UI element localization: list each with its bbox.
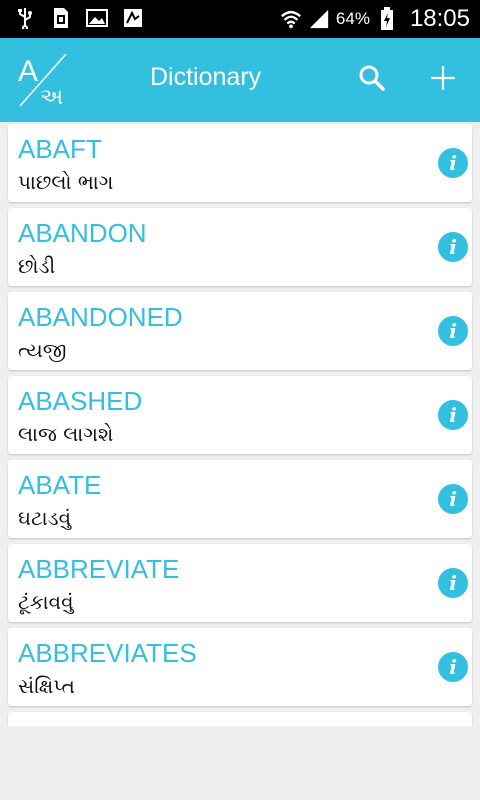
gallery-icon (86, 7, 108, 29)
info-button[interactable]: i (438, 484, 468, 514)
clock: 18:05 (409, 5, 470, 32)
info-button[interactable]: i (438, 652, 468, 682)
word-card[interactable]: ABASHED લાજ લાગશે i (8, 376, 472, 454)
meaning-text: સંક્ષિપ્ત (18, 674, 75, 698)
word-text: ABASHED (18, 386, 143, 416)
page-title: Dictionary (150, 63, 262, 91)
notification-icon (122, 7, 144, 29)
info-icon: i (449, 235, 457, 259)
word-card[interactable]: ABBREVIATES સંક્ષિપ્ત i (8, 628, 472, 706)
word-card-partial[interactable] (8, 712, 472, 726)
info-button[interactable]: i (438, 316, 468, 346)
info-icon: i (449, 319, 457, 343)
word-text: ABATE (18, 470, 102, 500)
info-button[interactable]: i (438, 400, 468, 430)
meaning-text: લાજ લાગશે (18, 422, 114, 446)
word-card[interactable]: ABATE ઘટાડવું i (8, 460, 472, 538)
status-left-icons (14, 7, 144, 29)
info-icon: i (449, 571, 457, 595)
app-logo: A અ (14, 52, 72, 110)
search-button[interactable] (351, 59, 393, 101)
info-icon: i (449, 655, 457, 679)
meaning-text: ટૂંકાવવું (18, 590, 74, 614)
info-icon: i (449, 403, 457, 427)
meaning-text: ત્યજી (18, 338, 67, 362)
info-button[interactable]: i (438, 148, 468, 178)
add-icon (430, 65, 456, 95)
battery-charging-icon (376, 7, 398, 30)
meaning-text: છોડી (18, 254, 56, 278)
add-word-button[interactable] (422, 59, 464, 101)
word-text: ABBREVIATE (18, 554, 180, 584)
word-list[interactable]: ABAFT પાછલો ભાગ i ABANDON છોડી i ABANDON… (0, 122, 480, 726)
search-icon (358, 64, 386, 96)
info-icon: i (449, 487, 457, 511)
word-text: ABAFT (18, 134, 102, 164)
info-button[interactable]: i (438, 568, 468, 598)
word-card[interactable]: ABANDONED ત્યજી i (8, 292, 472, 370)
signal-icon (308, 8, 330, 30)
battery-percent: 64% (335, 9, 370, 28)
word-text: ABANDON (18, 218, 147, 248)
word-card[interactable]: ABAFT પાછલો ભાગ i (8, 124, 472, 202)
app-bar: A અ Dictionary (0, 38, 480, 122)
status-bar: 64% 18:05 (0, 0, 480, 38)
logo-latin-letter: A (18, 55, 38, 88)
word-text: ABANDONED (18, 302, 183, 332)
info-button[interactable]: i (438, 232, 468, 262)
word-card[interactable]: ABBREVIATE ટૂંકાવવું i (8, 544, 472, 622)
meaning-text: પાછલો ભાગ (18, 170, 114, 194)
sim-icon (50, 7, 72, 29)
wifi-icon (280, 8, 302, 30)
word-text: ABBREVIATES (18, 638, 197, 668)
status-right-icons: 64% 18:05 (280, 0, 470, 38)
logo-gujarati-letter: અ (40, 85, 63, 108)
usb-icon (14, 7, 36, 29)
info-icon: i (449, 151, 457, 175)
word-card[interactable]: ABANDON છોડી i (8, 208, 472, 286)
meaning-text: ઘટાડવું (18, 506, 72, 530)
